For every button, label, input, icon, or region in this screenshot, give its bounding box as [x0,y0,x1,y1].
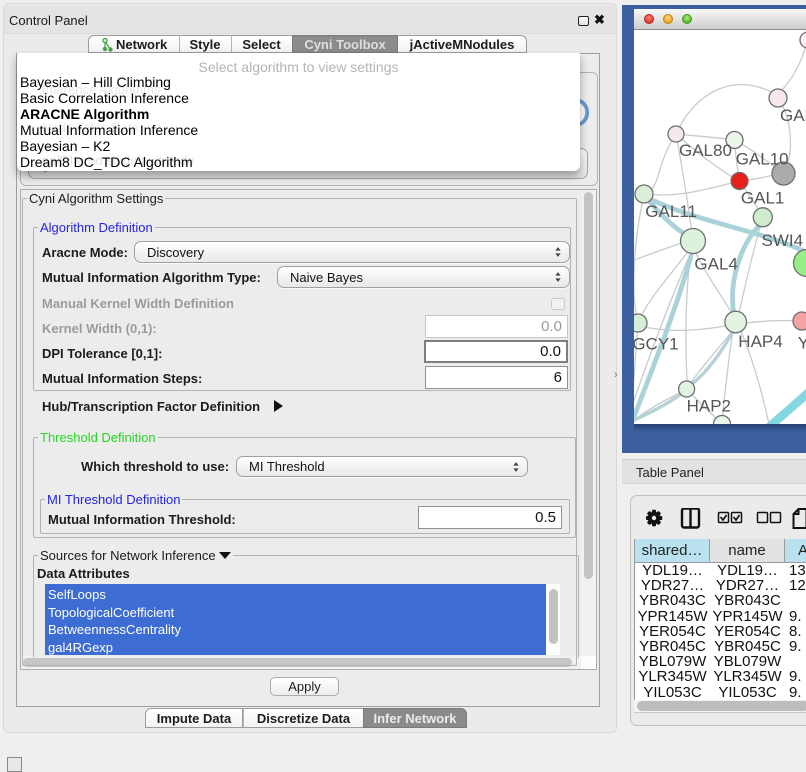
svg-text:GAL7: GAL7 [780,106,806,125]
svg-text:HAP2: HAP2 [687,397,731,416]
svg-text:SWI4: SWI4 [762,231,804,250]
svg-text:GAL4: GAL4 [694,255,737,274]
svg-text:Y: Y [798,334,806,353]
svg-text:GCY1: GCY1 [634,335,679,354]
svg-text:HAP4: HAP4 [738,332,782,351]
svg-text:GAL1: GAL1 [741,189,784,208]
svg-text:GAL11: GAL11 [645,202,697,221]
svg-text:GAL10: GAL10 [736,150,789,169]
svg-text:GAL80: GAL80 [679,141,732,160]
